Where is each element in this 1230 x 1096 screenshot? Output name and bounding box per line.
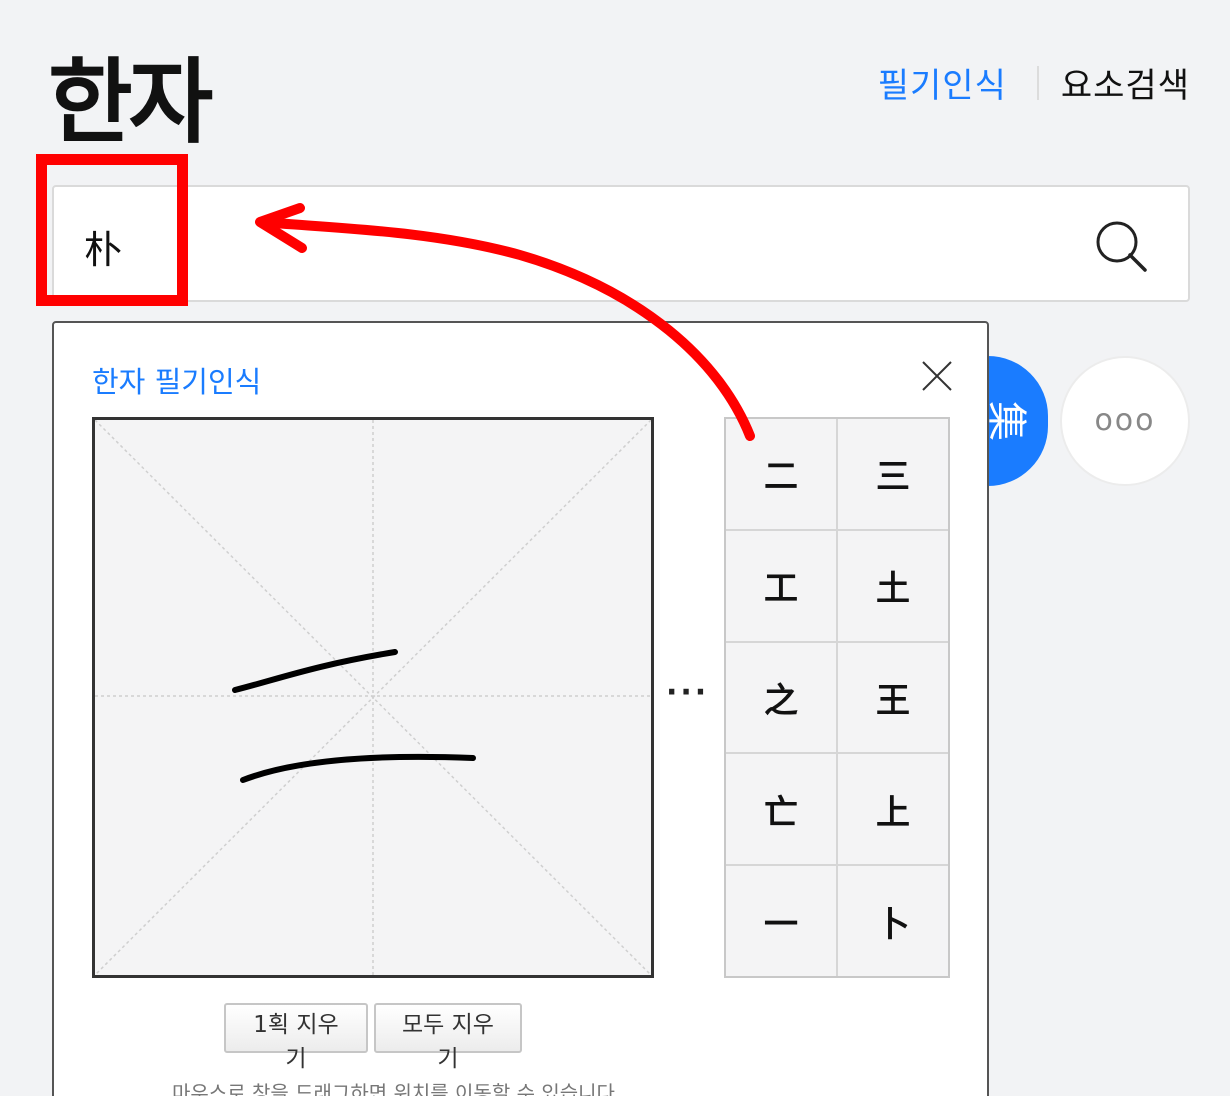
- canvas-guides: [95, 420, 651, 975]
- nav-element-search-link[interactable]: 요소검색: [1061, 58, 1190, 107]
- page-title: 한자: [48, 49, 213, 156]
- search-box[interactable]: 朴: [52, 185, 1190, 302]
- nav-divider: [1036, 65, 1039, 100]
- candidate-item[interactable]: 上: [838, 754, 948, 865]
- candidate-item[interactable]: 土: [838, 530, 948, 641]
- candidate-item[interactable]: 工: [726, 530, 836, 641]
- search-icon: [1096, 221, 1147, 272]
- ink-stroke-2: [240, 753, 476, 783]
- ink-stroke-1: [232, 649, 398, 693]
- erase-all-button[interactable]: 모두 지우기: [374, 1003, 522, 1072]
- erase-buttons: 1획 지우기 모두 지우기: [224, 1003, 522, 1072]
- candidate-item[interactable]: 一: [726, 866, 836, 976]
- top-nav: 필기인식 요소검색: [878, 58, 1190, 107]
- candidate-item[interactable]: 卜: [838, 866, 948, 976]
- more-candidates-indicator[interactable]: ···: [666, 675, 709, 710]
- erase-one-stroke-button[interactable]: 1획 지우기: [224, 1003, 368, 1072]
- candidate-item[interactable]: 之: [726, 642, 836, 753]
- candidate-item[interactable]: 亡: [726, 754, 836, 865]
- candidate-item[interactable]: 三: [838, 419, 948, 529]
- drag-hint-text: 마우스로 창을 드래그하면 위치를 이동할 수 있습니다.: [172, 1081, 622, 1096]
- candidate-item[interactable]: 二: [726, 419, 836, 529]
- more-button[interactable]: ooo: [1060, 356, 1190, 486]
- search-button[interactable]: [1092, 217, 1150, 275]
- close-icon: [922, 361, 952, 391]
- handwriting-canvas[interactable]: [92, 417, 654, 978]
- candidate-grid: 二 三 工 土 之 王 亡 上 一 卜: [724, 417, 950, 978]
- nav-handwriting-link[interactable]: 필기인식: [878, 58, 1007, 107]
- candidate-item[interactable]: 王: [838, 642, 948, 753]
- more-icon: ooo: [1094, 403, 1156, 438]
- highlight-annotation-box: [36, 154, 188, 306]
- handwriting-panel[interactable]: 한자 필기인식 ··· 二 三 工 土 之 王 亡 上 一 卜 1획 지우기 모…: [52, 321, 989, 1096]
- blue-action-label: 集: [983, 401, 1029, 441]
- close-button[interactable]: [920, 359, 954, 393]
- handwriting-panel-title: 한자 필기인식: [92, 365, 262, 399]
